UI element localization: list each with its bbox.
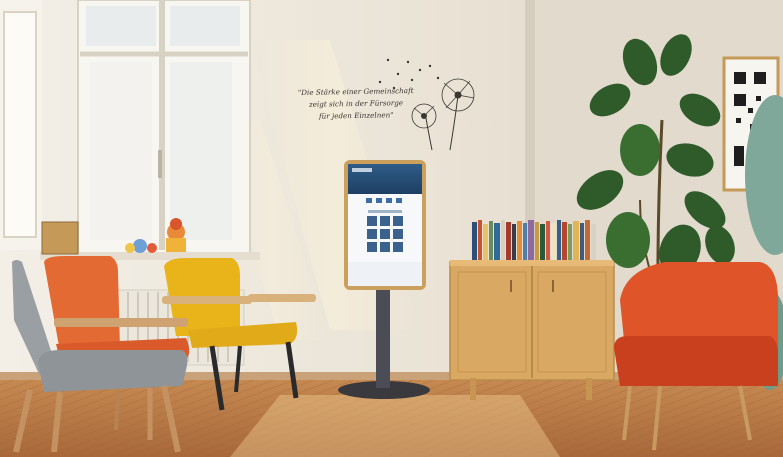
wall-quote-line-3: für jeden Einzelnen" bbox=[318, 110, 394, 121]
sill-picture-frame bbox=[41, 221, 79, 255]
wall-quote-line-2: zeigt sich in der Fürsorge bbox=[308, 98, 404, 109]
book-row bbox=[472, 220, 596, 260]
scene-drawing bbox=[0, 0, 783, 457]
wall-quote: "Die Stärke einer Gemeinschaft zeigt sic… bbox=[296, 85, 417, 123]
window-left bbox=[0, 0, 42, 250]
waiting-room-scene: "Die Stärke einer Gemeinschaft zeigt sic… bbox=[0, 0, 783, 457]
wooden-cabinet bbox=[449, 260, 615, 400]
